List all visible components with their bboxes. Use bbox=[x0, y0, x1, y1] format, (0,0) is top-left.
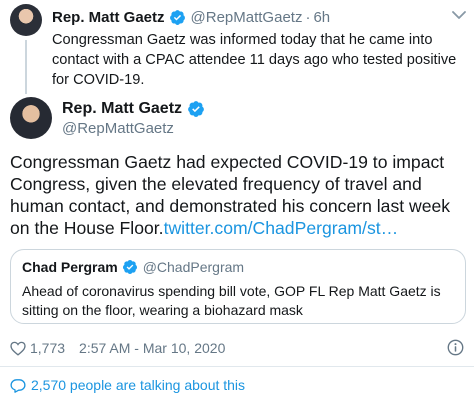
separator-dot: · bbox=[305, 9, 311, 26]
chevron-down-icon[interactable] bbox=[452, 10, 466, 20]
info-icon[interactable] bbox=[447, 339, 464, 356]
parent-tweet[interactable]: Rep. Matt Gaetz @RepMattGaetz · 6h Congr… bbox=[10, 4, 466, 94]
verified-badge-icon bbox=[169, 10, 185, 25]
like-count[interactable]: 1,773 bbox=[30, 340, 65, 356]
quoted-tweet-header: Chad Pergram @ChadPergram bbox=[22, 259, 244, 275]
thread-connector-line bbox=[25, 40, 27, 94]
quoted-author-name: Chad Pergram bbox=[22, 259, 118, 275]
main-author-name-row: Rep. Matt Gaetz bbox=[62, 100, 205, 118]
heart-icon[interactable] bbox=[10, 341, 26, 356]
main-tweet-header: Rep. Matt Gaetz @RepMattGaetz bbox=[10, 97, 466, 139]
main-tweet-text: Congressman Gaetz had expected COVID-19 … bbox=[10, 151, 468, 239]
parent-avatar[interactable] bbox=[10, 4, 42, 36]
main-avatar[interactable] bbox=[10, 97, 52, 139]
parent-author-name[interactable]: Rep. Matt Gaetz bbox=[52, 9, 165, 26]
verified-badge-icon bbox=[122, 260, 137, 274]
tweet-link[interactable]: twitter.com/ChadPergram/st… bbox=[164, 218, 399, 238]
speech-bubble-icon bbox=[10, 378, 26, 393]
parent-tweet-header: Rep. Matt Gaetz @RepMattGaetz · 6h bbox=[52, 9, 330, 26]
main-author-handle[interactable]: @RepMattGaetz bbox=[62, 120, 174, 137]
quoted-tweet[interactable]: Chad Pergram @ChadPergram Ahead of coron… bbox=[10, 249, 466, 324]
embedded-tweet-card: Rep. Matt Gaetz @RepMattGaetz · 6h Congr… bbox=[0, 0, 474, 400]
parent-tweet-text: Congressman Gaetz was informed today tha… bbox=[52, 32, 457, 88]
parent-author-handle[interactable]: @RepMattGaetz bbox=[191, 9, 303, 26]
tweet-meta-row: 1,773 2:57 AM - Mar 10, 2020 bbox=[10, 340, 225, 356]
tweet-timestamp[interactable]: 2:57 AM - Mar 10, 2020 bbox=[79, 340, 225, 356]
quoted-tweet-text: Ahead of coronavirus spending bill vote,… bbox=[22, 283, 441, 318]
conversation-count[interactable]: 2,570 people are talking about this bbox=[31, 377, 245, 393]
parent-tweet-time[interactable]: 6h bbox=[313, 9, 330, 26]
conversation-link[interactable]: 2,570 people are talking about this bbox=[10, 377, 245, 393]
quoted-author-handle: @ChadPergram bbox=[142, 259, 245, 275]
verified-badge-icon bbox=[188, 101, 204, 117]
divider bbox=[0, 366, 474, 367]
main-author-name[interactable]: Rep. Matt Gaetz bbox=[62, 100, 182, 118]
